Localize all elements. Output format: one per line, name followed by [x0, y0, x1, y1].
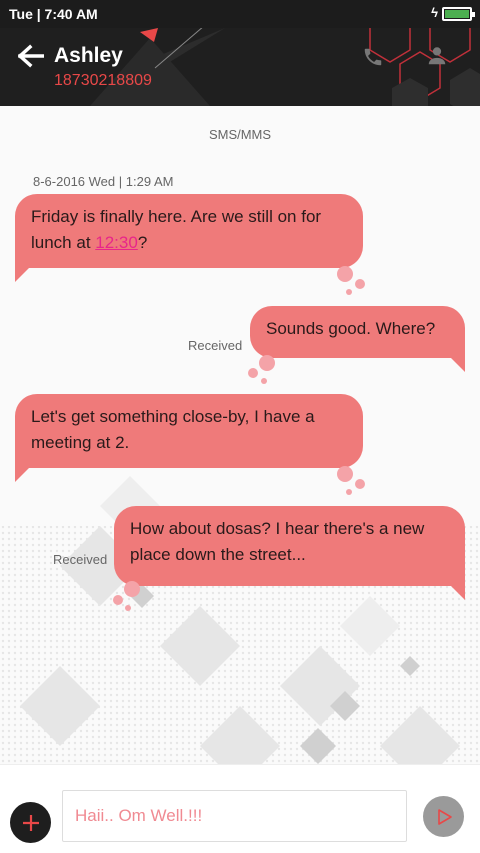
message-text: Friday is finally here. Are we still on …	[31, 207, 322, 252]
message-timestamp: 8-6-2016 Wed | 1:29 AM	[33, 174, 174, 189]
bubble-tail-dot	[113, 595, 123, 605]
person-icon[interactable]	[426, 45, 448, 67]
message-text-suffix: ?	[137, 233, 148, 252]
bubble-tail-dot	[337, 266, 353, 282]
message-text: How about dosas? I hear there's a new pl…	[130, 519, 425, 564]
delivery-status: Received	[53, 552, 108, 567]
bubble-tail-dot	[124, 581, 140, 597]
bubble-tail-dot	[346, 289, 352, 295]
message-bubble-outgoing[interactable]: Sounds good. Where?	[250, 306, 465, 372]
message-bubble-incoming[interactable]: Let's get something close-by, I have a m…	[15, 394, 363, 482]
bubble-tail-dot	[248, 368, 258, 378]
contact-number: 18730218809	[54, 72, 152, 89]
conversation-header: Ashley 18730218809	[0, 28, 480, 106]
message-text: Sounds good. Where?	[266, 319, 436, 338]
time-link[interactable]: 12:30	[95, 233, 138, 252]
bubble-tail-dot	[337, 466, 353, 482]
charging-icon: ϟ	[431, 5, 438, 20]
battery-icon	[442, 7, 475, 21]
status-time: Tue | 7:40 AM	[9, 6, 98, 22]
bubble-tail-dot	[355, 479, 365, 489]
bubble-tail-dot	[261, 378, 267, 384]
contact-name: Ashley	[54, 44, 123, 67]
add-icon	[22, 814, 39, 831]
message-bubble-outgoing[interactable]: How about dosas? I hear there's a new pl…	[114, 506, 465, 600]
bubble-tail-dot	[355, 279, 365, 289]
phone-icon[interactable]	[362, 46, 384, 68]
channel-label: SMS/MMS	[208, 127, 272, 142]
bubble-tail-dot	[346, 489, 352, 495]
back-arrow-icon[interactable]	[18, 44, 44, 68]
delivery-status: Received	[188, 338, 243, 353]
compose-bar	[0, 764, 480, 853]
message-thread[interactable]: SMS/MMS 8-6-2016 Wed | 1:29 AM Friday is…	[0, 106, 480, 764]
add-attachment-button[interactable]	[10, 802, 51, 843]
message-input[interactable]	[62, 790, 407, 842]
bubble-tail-dot	[125, 605, 131, 611]
send-icon	[437, 808, 452, 825]
background-pattern	[0, 476, 480, 764]
message-text: Let's get something close-by, I have a m…	[31, 407, 315, 452]
message-bubble-incoming[interactable]: Friday is finally here. Are we still on …	[15, 194, 363, 282]
status-bar: Tue | 7:40 AM ϟ	[0, 0, 480, 28]
bubble-tail-dot	[259, 355, 275, 371]
send-button[interactable]	[423, 796, 464, 837]
